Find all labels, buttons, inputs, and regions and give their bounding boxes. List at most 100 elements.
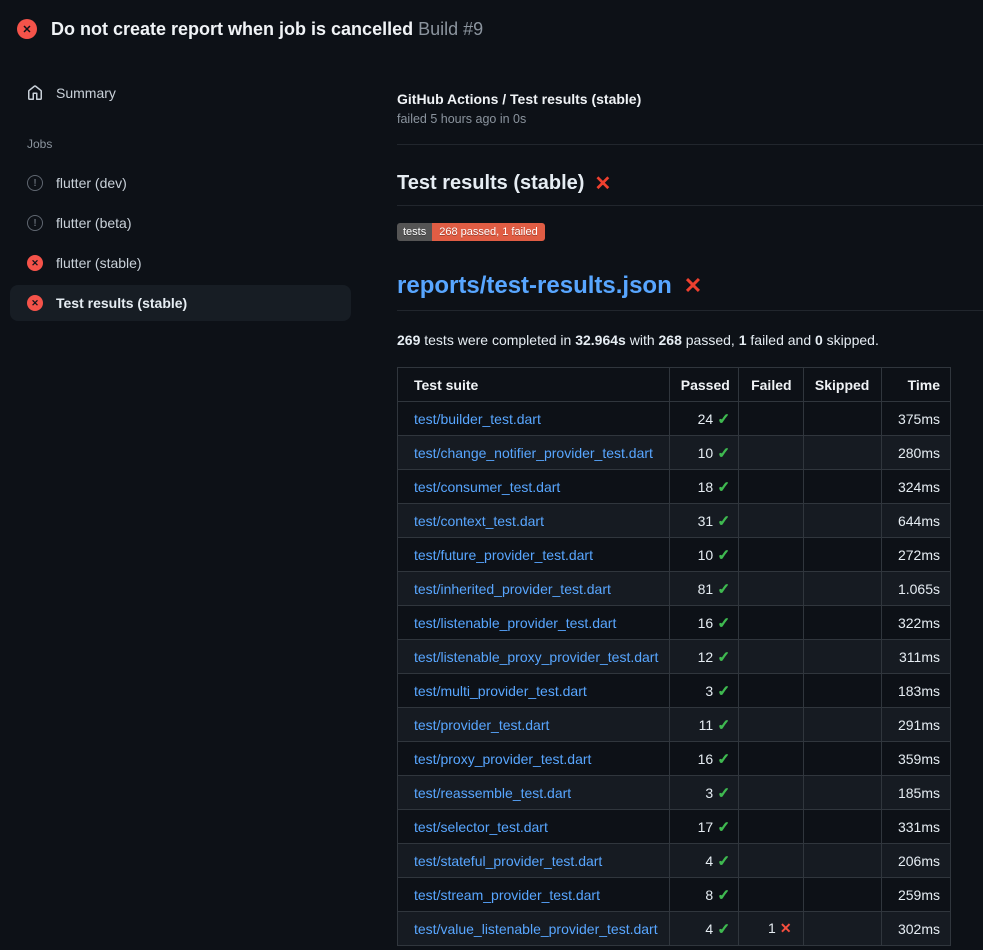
skipped-cell (803, 470, 882, 504)
badge-label: tests (397, 223, 432, 241)
sidebar-summary-label: Summary (56, 85, 116, 101)
suite-link[interactable]: test/value_listenable_provider_test.dart (414, 921, 658, 937)
passed-cell-value: 4 (705, 853, 713, 869)
passed-cell: 4✓ (669, 912, 738, 946)
failed-cell (738, 504, 803, 538)
check-icon: ✓ (717, 649, 730, 666)
skipped-cell (803, 640, 882, 674)
suite-link[interactable]: test/builder_test.dart (414, 411, 541, 427)
suite-cell: test/consumer_test.dart (398, 470, 670, 504)
suite-cell: test/stateful_provider_test.dart (398, 844, 670, 878)
skipped-count: 0 (815, 332, 823, 348)
sidebar-item-summary[interactable]: Summary (10, 75, 351, 111)
passed-cell: 18✓ (669, 470, 738, 504)
check-icon: ✓ (717, 683, 730, 700)
sidebar-item-job[interactable]: !flutter (beta) (10, 205, 351, 241)
suite-link[interactable]: test/multi_provider_test.dart (414, 683, 587, 699)
passed-cell-value: 8 (705, 887, 713, 903)
suite-link[interactable]: test/reassemble_test.dart (414, 785, 571, 801)
sidebar-item-job[interactable]: !flutter (dev) (10, 165, 351, 201)
skipped-cell (803, 844, 882, 878)
passed-cell-value: 11 (699, 717, 714, 733)
failed-cell (738, 708, 803, 742)
table-row: test/stream_provider_test.dart8✓259ms (398, 878, 951, 912)
suite-cell: test/context_test.dart (398, 504, 670, 538)
passed-cell-value: 24 (698, 411, 714, 427)
passed-cell-value: 10 (698, 547, 714, 563)
sidebar-item-job[interactable]: ✕Test results (stable) (10, 285, 351, 321)
failed-cell (738, 572, 803, 606)
suite-link[interactable]: test/inherited_provider_test.dart (414, 581, 611, 597)
suite-cell: test/inherited_provider_test.dart (398, 572, 670, 606)
passed-cell: 11✓ (669, 708, 738, 742)
table-row: test/stateful_provider_test.dart4✓206ms (398, 844, 951, 878)
check-icon: ✓ (717, 853, 730, 870)
job-label: flutter (dev) (56, 175, 127, 191)
passed-cell-value: 18 (698, 479, 714, 495)
suite-cell: test/stream_provider_test.dart (398, 878, 670, 912)
failed-cell (738, 470, 803, 504)
check-icon: ✓ (717, 479, 730, 496)
time-cell: 1.065s (882, 572, 951, 606)
header-failed: Failed (738, 368, 803, 402)
passed-cell-value: 17 (698, 819, 714, 835)
home-icon (27, 85, 43, 101)
jobs-list: !flutter (dev) !flutter (beta) ✕flutter (s… (10, 165, 351, 321)
time-cell: 302ms (882, 912, 951, 946)
time-cell: 291ms (882, 708, 951, 742)
failed-count: 1 (739, 332, 747, 348)
skipped-cell (803, 436, 882, 470)
check-run-header: ✕ Do not create report when job is cance… (0, 0, 983, 56)
skipped-cell (803, 810, 882, 844)
header-skipped: Skipped (803, 368, 882, 402)
table-row: test/proxy_provider_test.dart16✓359ms (398, 742, 951, 776)
job-label: flutter (beta) (56, 215, 131, 231)
suite-link[interactable]: test/context_test.dart (414, 513, 544, 529)
job-label: flutter (stable) (56, 255, 142, 271)
jobs-sidebar: Summary Jobs !flutter (dev) !flutter (bet… (0, 56, 397, 325)
skipped-cell (803, 878, 882, 912)
jobs-section-label: Jobs (27, 137, 351, 151)
suite-link[interactable]: test/consumer_test.dart (414, 479, 560, 495)
passed-cell-value: 16 (698, 615, 714, 631)
suite-link[interactable]: test/future_provider_test.dart (414, 547, 593, 563)
passed-cell-value: 81 (698, 581, 714, 597)
table-row: test/value_listenable_provider_test.dart… (398, 912, 951, 946)
failed-cell (738, 640, 803, 674)
suite-cell: test/listenable_provider_test.dart (398, 606, 670, 640)
suite-link[interactable]: test/provider_test.dart (414, 717, 549, 733)
table-row: test/context_test.dart31✓644ms (398, 504, 951, 538)
suite-link[interactable]: test/listenable_provider_test.dart (414, 615, 616, 631)
suite-cell: test/listenable_proxy_provider_test.dart (398, 640, 670, 674)
check-icon: ✓ (717, 887, 730, 904)
skipped-cell (803, 606, 882, 640)
table-row: test/listenable_proxy_provider_test.dart… (398, 640, 951, 674)
time-cell: 375ms (882, 402, 951, 436)
status-line: failed 5 hours ago in 0s (397, 112, 983, 126)
passed-cell: 3✓ (669, 674, 738, 708)
check-icon: ✓ (717, 445, 730, 462)
test-summary-line: 269 tests were completed in 32.964s with… (397, 332, 983, 348)
failed-status-icon: ✕ (17, 19, 37, 39)
test-results-table: Test suite Passed Failed Skipped Time te… (397, 367, 951, 946)
suite-link[interactable]: test/proxy_provider_test.dart (414, 751, 591, 767)
suite-link[interactable]: test/stateful_provider_test.dart (414, 853, 602, 869)
failed-cell-value: 1 (768, 920, 776, 936)
check-icon: ✓ (717, 547, 730, 564)
cross-icon: ✕ (780, 920, 792, 936)
suite-link[interactable]: test/stream_provider_test.dart (414, 887, 600, 903)
check-icon: ✓ (717, 615, 730, 632)
suite-link[interactable]: test/listenable_proxy_provider_test.dart (414, 649, 658, 665)
time-cell: 644ms (882, 504, 951, 538)
suite-link[interactable]: test/change_notifier_provider_test.dart (414, 445, 653, 461)
suite-link[interactable]: test/selector_test.dart (414, 819, 548, 835)
suite-cell: test/provider_test.dart (398, 708, 670, 742)
skipped-cell (803, 742, 882, 776)
suite-cell: test/future_provider_test.dart (398, 538, 670, 572)
check-icon: ✓ (717, 785, 730, 802)
report-file-link[interactable]: reports/test-results.json (397, 272, 672, 300)
check-icon: ✓ (717, 581, 730, 598)
skipped-cell (803, 912, 882, 946)
sidebar-item-job[interactable]: ✕flutter (stable) (10, 245, 351, 281)
time-cell: 272ms (882, 538, 951, 572)
